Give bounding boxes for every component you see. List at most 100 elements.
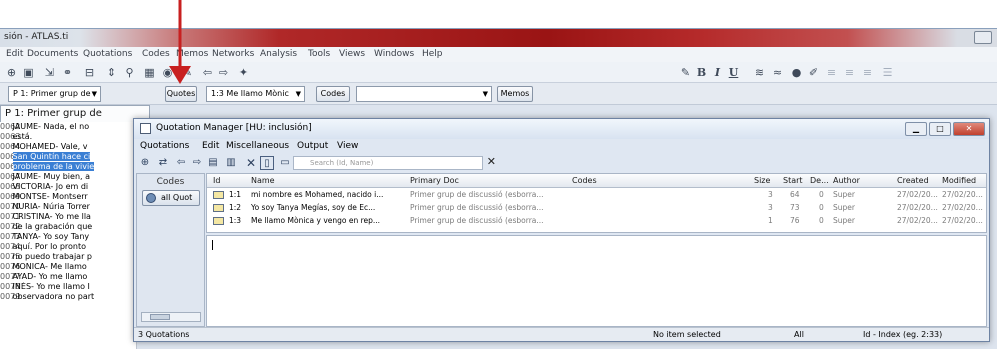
menu-documents[interactable]: Documents xyxy=(27,49,78,59)
menu-views[interactable]: Views xyxy=(339,49,365,59)
codes-button[interactable]: Codes xyxy=(316,86,350,102)
align-right-icon[interactable]: ≡ xyxy=(860,65,875,80)
chevron-down-icon: ▼ xyxy=(482,90,488,98)
chart-icon[interactable]: ▦ xyxy=(142,65,157,80)
close-button[interactable]: ✕ xyxy=(953,122,985,136)
row-created: 27/02/20... xyxy=(897,190,938,199)
minimize-button[interactable] xyxy=(974,31,992,44)
bold-button[interactable]: B xyxy=(694,65,709,80)
doc-line: 0067 JAUME- Muy bien, a xyxy=(0,172,91,181)
menu-windows[interactable]: Windows xyxy=(374,49,414,59)
primary-doc-select[interactable]: P 1: Primer grup de ▼ xyxy=(8,86,101,102)
menu-quotations[interactable]: Quotations xyxy=(83,49,132,59)
menu-help[interactable]: Help xyxy=(422,49,443,59)
pin-icon[interactable]: ⊕ xyxy=(4,65,19,80)
codes-scrollbar[interactable] xyxy=(141,312,201,322)
menu-analysis[interactable]: Analysis xyxy=(260,49,297,59)
view-panel-icon[interactable]: ▯ xyxy=(260,156,274,170)
quote-icon[interactable]: ⇕ xyxy=(104,65,119,80)
qm-menu-quotations[interactable]: Quotations xyxy=(140,141,189,151)
col-codes[interactable]: Codes xyxy=(572,176,597,185)
col-modified[interactable]: Modified xyxy=(942,176,976,185)
codes-select[interactable]: ▼ xyxy=(356,86,492,102)
row-size: 1 xyxy=(768,216,773,225)
row-start: 64 xyxy=(790,190,800,199)
row-author: Super xyxy=(833,203,855,212)
pen-icon[interactable]: ✎ xyxy=(180,65,195,80)
col-created[interactable]: Created xyxy=(897,176,929,185)
doc-line: 0068 VICTORIA- Jo em di xyxy=(0,182,89,191)
menu-codes[interactable]: Codes xyxy=(142,49,170,59)
underline-button[interactable]: U xyxy=(726,65,741,80)
row-modified: 27/02/20... xyxy=(942,216,983,225)
highlighter-icon[interactable]: ✐ xyxy=(806,65,821,80)
col-id[interactable]: Id xyxy=(213,176,220,185)
selection-status: No item selected xyxy=(653,330,721,339)
quotes-button[interactable]: Quotes xyxy=(165,86,197,102)
row-id: 1:3 xyxy=(229,216,242,225)
table-row[interactable]: 1:1 mi nombre es Mohamed, nacido i... Pr… xyxy=(207,189,986,201)
col-start[interactable]: Start xyxy=(783,176,803,185)
search-input[interactable]: Search (Id, Name) ✕ xyxy=(293,156,496,170)
qm-menu-view[interactable]: View xyxy=(337,141,358,151)
forward-icon[interactable]: ⇨ xyxy=(216,65,231,80)
maximize-button[interactable]: □ xyxy=(929,122,951,136)
qm-menu-edit[interactable]: Edit xyxy=(202,141,219,151)
open-icon[interactable]: ⊟ xyxy=(82,65,97,80)
globe-icon[interactable]: ◉ xyxy=(160,65,175,80)
code-quote-icon[interactable]: ⇄ xyxy=(156,156,170,170)
quotation-comment-editor[interactable] xyxy=(206,235,987,327)
link-icon[interactable]: ⚲ xyxy=(122,65,137,80)
scroll-thumb[interactable] xyxy=(150,314,170,320)
memos-button[interactable]: Memos xyxy=(497,86,533,102)
font-size-up-icon[interactable]: ≋ xyxy=(752,65,767,80)
marker-icon[interactable]: ✎ xyxy=(678,65,693,80)
menu-tools[interactable]: Tools xyxy=(308,49,330,59)
row-name: Me llamo Mònica y vengo en rep... xyxy=(251,216,381,225)
view-menu-icon[interactable]: ▭ xyxy=(278,156,292,170)
quote-select-value: 1:3 Me llamo Mònic xyxy=(211,89,289,98)
col-density[interactable]: De... xyxy=(810,176,829,185)
col-name[interactable]: Name xyxy=(251,176,275,185)
col-size[interactable]: Size xyxy=(754,176,770,185)
color-circle-icon[interactable]: ● xyxy=(789,65,804,80)
wand-icon[interactable]: ✦ xyxy=(236,65,251,80)
qm-menu-output[interactable]: Output xyxy=(297,141,328,151)
back-icon[interactable]: ⇦ xyxy=(174,156,188,170)
col-author[interactable]: Author xyxy=(833,176,860,185)
document-pane[interactable]: 0062 JAUME- Nada, el no 0063 está. 0064 … xyxy=(0,122,137,349)
split-icon[interactable]: ▤ xyxy=(206,156,220,170)
table-row[interactable]: 1:3 Me llamo Mònica y vengo en rep... Pr… xyxy=(207,215,986,227)
all-quotations-button[interactable]: all Quot xyxy=(142,190,200,206)
save-icon[interactable]: ▣ xyxy=(21,65,36,80)
add-document-icon[interactable]: ⇲ xyxy=(42,65,57,80)
binoculars-icon[interactable]: ⚭ xyxy=(60,65,75,80)
text-caret xyxy=(212,240,213,250)
quote-select[interactable]: 1:3 Me llamo Mònic ▼ xyxy=(206,86,305,102)
qm-menu-miscellaneous[interactable]: Miscellaneous xyxy=(226,141,289,151)
row-density: 0 xyxy=(819,190,824,199)
delete-icon[interactable]: ✕ xyxy=(244,156,258,170)
window-icon xyxy=(140,123,151,134)
back-icon[interactable]: ⇦ xyxy=(200,65,215,80)
forward-icon[interactable]: ⇨ xyxy=(190,156,204,170)
row-density: 0 xyxy=(819,203,824,212)
align-left-icon[interactable]: ≡ xyxy=(824,65,839,80)
italic-button[interactable]: I xyxy=(710,65,725,80)
minimize-button[interactable]: ▁ xyxy=(905,122,927,136)
merge-icon[interactable]: ▥ xyxy=(224,156,238,170)
menu-memos[interactable]: Memos xyxy=(176,49,208,59)
doc-line: 0069 MONTSE- Montserr xyxy=(0,192,88,201)
list-icon[interactable]: ☰ xyxy=(880,65,895,80)
col-primary-doc[interactable]: Primary Doc xyxy=(410,176,459,185)
align-center-icon[interactable]: ≡ xyxy=(842,65,857,80)
pin-icon[interactable]: ⊕ xyxy=(138,156,152,170)
chevron-down-icon: ▼ xyxy=(91,90,97,98)
clear-search-icon[interactable]: ✕ xyxy=(487,156,496,168)
font-size-down-icon[interactable]: ≈ xyxy=(770,65,785,80)
table-row[interactable]: 1:2 Yo soy Tanya Megías, soy de Ec... Pr… xyxy=(207,202,986,214)
document-tab[interactable]: P 1: Primer grup de xyxy=(0,105,150,122)
chevron-down-icon: ▼ xyxy=(295,90,301,98)
menu-networks[interactable]: Networks xyxy=(212,49,254,59)
menu-edit[interactable]: Edit xyxy=(6,49,23,59)
